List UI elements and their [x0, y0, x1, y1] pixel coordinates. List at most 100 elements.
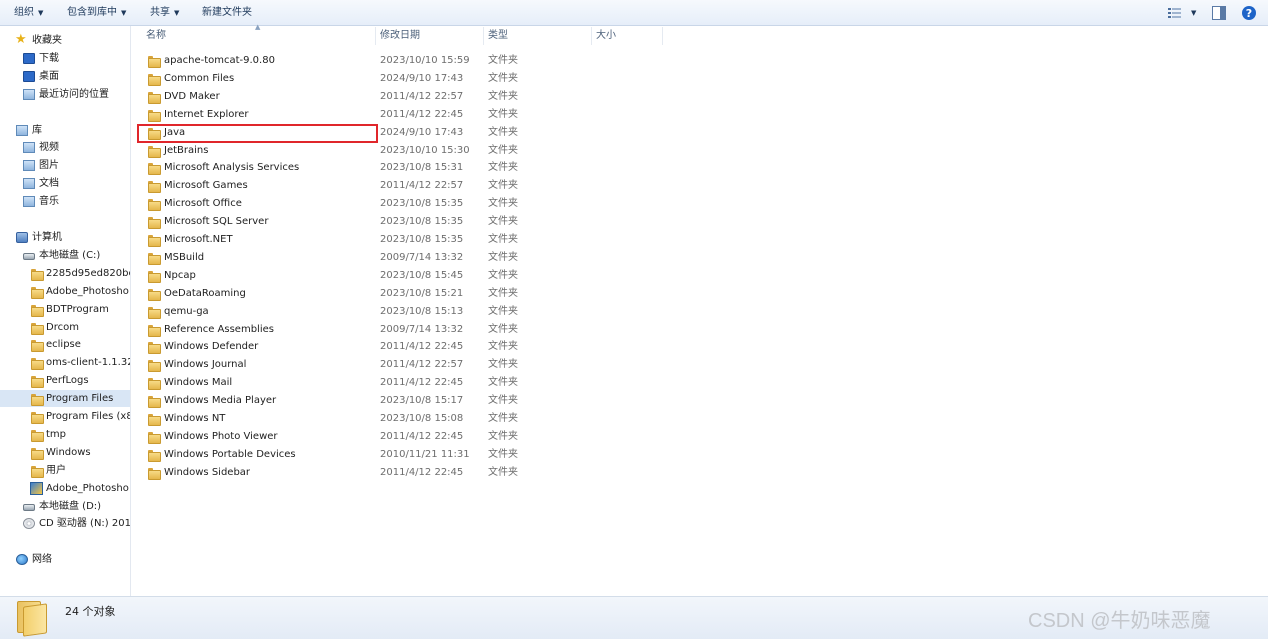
- file-row[interactable]: DVD Maker 2011/4/12 22:57 文件夹: [136, 88, 1262, 106]
- sidebar-item-favorites[interactable]: ★ 收藏夹: [0, 32, 130, 49]
- file-modified-date: 2023/10/10 15:59: [380, 55, 470, 66]
- sidebar-item-label: 音乐: [39, 196, 59, 207]
- svg-text:?: ?: [1246, 7, 1252, 20]
- file-row[interactable]: Common Files 2024/9/10 17:43 文件夹: [136, 70, 1262, 88]
- organize-button[interactable]: 组织 ▼: [14, 0, 43, 26]
- sidebar-item-folder[interactable]: PerfLogs: [0, 372, 130, 389]
- sidebar-item-downloads[interactable]: 下载: [0, 50, 130, 67]
- file-modified-date: 2023/10/8 15:35: [380, 198, 464, 209]
- file-type: 文件夹: [488, 467, 518, 478]
- file-row[interactable]: Windows Defender 2011/4/12 22:45 文件夹: [136, 338, 1262, 356]
- sidebar-item-libraries[interactable]: 库: [0, 122, 130, 139]
- sidebar-item-folder[interactable]: Adobe_Photosho: [0, 480, 130, 497]
- file-row[interactable]: Microsoft Games 2011/4/12 22:57 文件夹: [136, 177, 1262, 195]
- column-divider[interactable]: [483, 27, 484, 45]
- sidebar-item-videos[interactable]: 视频: [0, 139, 130, 156]
- file-row[interactable]: Windows Mail 2011/4/12 22:45 文件夹: [136, 374, 1262, 392]
- highlight-annotation: [137, 124, 378, 143]
- sidebar-item-folder[interactable]: 2285d95ed820bc: [0, 265, 130, 282]
- folder-icon: [31, 376, 44, 388]
- file-row[interactable]: Windows Portable Devices 2010/11/21 11:31…: [136, 446, 1262, 464]
- views-icon[interactable]: [1167, 5, 1183, 21]
- sidebar-item-pictures[interactable]: 图片: [0, 157, 130, 174]
- file-row[interactable]: Windows Photo Viewer 2011/4/12 22:45 文件夹: [136, 428, 1262, 446]
- file-row[interactable]: Microsoft Analysis Services 2023/10/8 15:…: [136, 159, 1262, 177]
- sidebar-item-network[interactable]: 网络: [0, 551, 130, 568]
- sidebar-item-folder[interactable]: BDTProgram: [0, 301, 130, 318]
- file-row[interactable]: Microsoft.NET 2023/10/8 15:35 文件夹: [136, 231, 1262, 249]
- sidebar-item-label: Program Files (x8: [46, 411, 131, 422]
- file-modified-date: 2024/9/10 17:43: [380, 127, 464, 138]
- file-type: 文件夹: [488, 109, 518, 120]
- sidebar-item-label: PerfLogs: [46, 375, 89, 386]
- column-divider[interactable]: [662, 27, 663, 45]
- file-name: Microsoft Office: [164, 198, 242, 209]
- sidebar-item-label: 网络: [32, 554, 52, 565]
- file-row[interactable]: Internet Explorer 2011/4/12 22:45 文件夹: [136, 106, 1262, 124]
- file-row[interactable]: Npcap 2023/10/8 15:45 文件夹: [136, 267, 1262, 285]
- column-header-name[interactable]: 名称: [146, 27, 166, 45]
- file-row[interactable]: Windows Media Player 2023/10/8 15:17 文件夹: [136, 392, 1262, 410]
- file-type: 文件夹: [488, 431, 518, 442]
- recent-places-icon: [23, 89, 35, 100]
- folder-icon: [148, 163, 161, 175]
- sidebar-item-label: Program Files: [46, 393, 114, 404]
- sidebar-item-local-disk-c[interactable]: 本地磁盘 (C:): [0, 247, 130, 264]
- sidebar-item-desktop[interactable]: 桌面: [0, 68, 130, 85]
- sidebar-item-folder[interactable]: Drcom: [0, 319, 130, 336]
- sort-indicator-icon: ▲: [255, 23, 261, 31]
- file-row[interactable]: Microsoft SQL Server 2023/10/8 15:35 文件夹: [136, 213, 1262, 231]
- column-divider[interactable]: [375, 27, 376, 45]
- sidebar-item-folder[interactable]: eclipse: [0, 336, 130, 353]
- include-in-library-button[interactable]: 包含到库中 ▼: [67, 0, 126, 26]
- file-row[interactable]: MSBuild 2009/7/14 13:32 文件夹: [136, 249, 1262, 267]
- folder-icon: [31, 448, 44, 460]
- views-dropdown[interactable]: ▼: [1187, 0, 1196, 26]
- share-button[interactable]: 共享 ▼: [150, 0, 179, 26]
- sidebar-item-music[interactable]: 音乐: [0, 193, 130, 210]
- file-row[interactable]: JetBrains 2023/10/10 15:30 文件夹: [136, 142, 1262, 160]
- file-row[interactable]: Reference Assemblies 2009/7/14 13:32 文件夹: [136, 321, 1262, 339]
- column-header-modified[interactable]: 修改日期: [380, 27, 420, 45]
- sidebar-item-cd-drive[interactable]: CD 驱动器 (N:) 2015: [0, 515, 130, 532]
- file-name: Windows Mail: [164, 377, 233, 388]
- sidebar-item-local-disk-d[interactable]: 本地磁盘 (D:): [0, 498, 130, 515]
- file-row[interactable]: Microsoft Office 2023/10/8 15:35 文件夹: [136, 195, 1262, 213]
- file-row[interactable]: qemu-ga 2023/10/8 15:13 文件夹: [136, 303, 1262, 321]
- preview-pane-icon[interactable]: [1211, 5, 1227, 21]
- file-row[interactable]: Windows NT 2023/10/8 15:08 文件夹: [136, 410, 1262, 428]
- file-name: DVD Maker: [164, 91, 220, 102]
- folder-icon: [148, 253, 161, 265]
- sidebar-item-folder[interactable]: oms-client-1.1.32: [0, 354, 130, 371]
- hard-drive-icon: [23, 504, 35, 511]
- sidebar-item-folder[interactable]: Windows: [0, 444, 130, 461]
- column-header-size[interactable]: 大小: [596, 27, 616, 45]
- column-header-type[interactable]: 类型: [488, 27, 508, 45]
- help-icon[interactable]: ?: [1241, 5, 1257, 21]
- sidebar-item-label: 最近访问的位置: [39, 89, 109, 100]
- sidebar-item-label: 库: [32, 125, 42, 136]
- sidebar-item-folder[interactable]: tmp: [0, 426, 130, 443]
- library-icon: [16, 125, 28, 136]
- new-folder-button[interactable]: 新建文件夹: [202, 0, 252, 26]
- computer-icon: [16, 232, 28, 243]
- file-row[interactable]: Windows Journal 2011/4/12 22:57 文件夹: [136, 356, 1262, 374]
- application-folder-icon: [30, 482, 43, 495]
- chevron-down-icon: ▼: [1191, 9, 1197, 17]
- file-row[interactable]: apache-tomcat-9.0.80 2023/10/10 15:59 文件夹: [136, 52, 1262, 70]
- sidebar-item-computer[interactable]: 计算机: [0, 229, 130, 246]
- sidebar-item-folder[interactable]: 用户: [0, 462, 130, 479]
- sidebar-item-recent[interactable]: 最近访问的位置: [0, 86, 130, 103]
- sidebar-item-folder[interactable]: Adobe_Photosho: [0, 283, 130, 300]
- column-divider[interactable]: [591, 27, 592, 45]
- file-row[interactable]: Windows Sidebar 2011/4/12 22:45 文件夹: [136, 464, 1262, 482]
- sidebar-item-folder[interactable]: Program Files (x8: [0, 408, 131, 425]
- file-row[interactable]: OeDataRoaming 2023/10/8 15:21 文件夹: [136, 285, 1262, 303]
- file-modified-date: 2011/4/12 22:57: [380, 359, 464, 370]
- sidebar-item-label: Adobe_Photosho: [46, 286, 129, 297]
- sidebar-item-program-files[interactable]: Program Files: [0, 390, 130, 407]
- sidebar-item-label: 计算机: [32, 232, 62, 243]
- file-modified-date: 2011/4/12 22:45: [380, 341, 464, 352]
- file-type: 文件夹: [488, 55, 518, 66]
- sidebar-item-documents[interactable]: 文档: [0, 175, 130, 192]
